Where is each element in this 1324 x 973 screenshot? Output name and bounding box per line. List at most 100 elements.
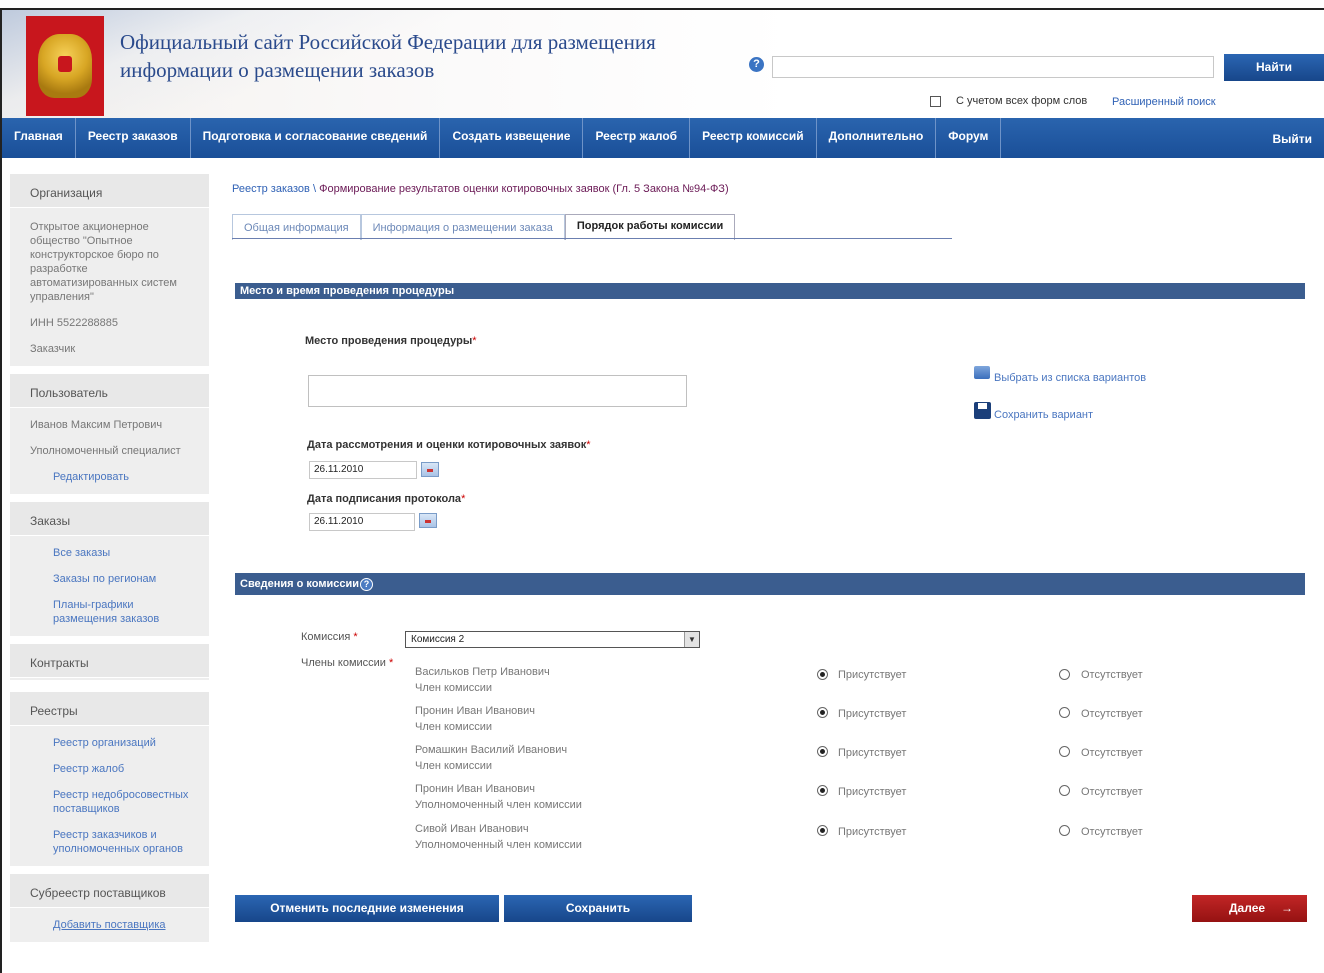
sidebar-link-customers-registry[interactable]: Реестр заказчиков и уполномоченных орган… <box>30 828 205 856</box>
section-commission: Сведения о комиссии? <box>235 573 1305 595</box>
present-label: Присутствует <box>838 669 907 681</box>
org-inn: ИНН 5522288885 <box>30 317 119 329</box>
present-radio[interactable] <box>817 785 828 796</box>
next-button[interactable]: Далее → <box>1192 895 1307 922</box>
sidebar: Организация Открытое акционерное обществ… <box>10 174 209 942</box>
help-icon[interactable]: ? <box>360 577 374 591</box>
member-role: Член комиссии <box>415 760 493 772</box>
sidebar-link-orders-by-region[interactable]: Заказы по регионам <box>30 572 201 586</box>
save-button[interactable]: Сохранить <box>504 895 692 922</box>
sidebar-orders-title: Заказы <box>10 502 209 536</box>
place-input[interactable] <box>308 375 687 407</box>
breadcrumb: Реестр заказов \ Формирование результато… <box>232 183 729 195</box>
review-date-label: Дата рассмотрения и оценки котировочных … <box>307 439 591 451</box>
calendar-icon[interactable] <box>421 462 439 477</box>
present-radio[interactable] <box>817 746 828 757</box>
nav-preparation[interactable]: Подготовка и согласование сведений <box>191 118 441 158</box>
sidebar-link-unfair-suppliers[interactable]: Реестр недобросовестных поставщиков <box>30 788 205 816</box>
member-item: Пронин Иван Иванович Уполномоченный член… <box>415 781 582 813</box>
tab-placement-info[interactable]: Информация о размещении заказа <box>360 214 565 240</box>
org-name: Открытое акционерное общество "Опытное к… <box>30 221 177 303</box>
sidebar-link-complaints-registry[interactable]: Реестр жалоб <box>30 762 205 776</box>
nav-complaints-registry[interactable]: Реестр жалоб <box>583 118 691 158</box>
commission-select-value: Комиссия 2 <box>411 634 465 645</box>
sidebar-link-all-orders[interactable]: Все заказы <box>30 546 201 560</box>
nav-orders-registry[interactable]: Реестр заказов <box>76 118 191 158</box>
calendar-icon[interactable] <box>419 513 437 528</box>
member-role: Уполномоченный член комиссии <box>415 839 582 851</box>
help-icon[interactable]: ? <box>749 57 764 72</box>
breadcrumb-separator: \ <box>312 183 317 195</box>
present-label: Присутствует <box>838 747 907 759</box>
member-role: Член комиссии <box>415 721 493 733</box>
nav-forum[interactable]: Форум <box>936 118 1002 158</box>
org-role: Заказчик <box>30 343 76 355</box>
sign-date-input[interactable]: 26.11.2010 <box>309 513 415 531</box>
commission-label: Комиссия * <box>301 631 358 643</box>
save-variant-link[interactable]: Сохранить вариант <box>994 409 1093 421</box>
present-label: Присутствует <box>838 708 907 720</box>
present-label: Присутствует <box>838 786 907 798</box>
member-item: Васильков Петр Иванович Член комиссии <box>415 664 550 696</box>
sidebar-subregistry-title: Субреестр поставщиков <box>10 874 209 908</box>
members-label: Члены комиссии * <box>301 657 394 669</box>
cancel-changes-button[interactable]: Отменить последние изменения <box>235 895 499 922</box>
absent-radio[interactable] <box>1059 707 1070 718</box>
breadcrumb-root-link[interactable]: Реестр заказов <box>232 183 310 195</box>
member-item: Пронин Иван Иванович Член комиссии <box>415 703 535 735</box>
search-input[interactable] <box>772 56 1214 78</box>
all-forms-option[interactable]: С учетом всех форм слов <box>930 95 1087 107</box>
chevron-down-icon[interactable]: ▼ <box>684 632 699 647</box>
sidebar-link-plans[interactable]: Планы-графики размещения заказов <box>30 598 201 626</box>
nav-home[interactable]: Главная <box>2 118 76 158</box>
absent-label: Отсутствует <box>1081 669 1143 681</box>
choose-from-list-link[interactable]: Выбрать из списка вариантов <box>994 372 1146 384</box>
arrow-right-icon: → <box>1281 901 1293 915</box>
member-name: Васильков Петр Иванович <box>415 666 550 678</box>
all-forms-checkbox[interactable] <box>930 95 941 107</box>
member-name: Пронин Иван Иванович <box>415 783 536 795</box>
commission-select[interactable]: Комиссия 2 ▼ <box>405 631 700 648</box>
advanced-search-link[interactable]: Расширенный поиск <box>1112 96 1216 108</box>
present-radio[interactable] <box>817 669 828 680</box>
sidebar-contracts-title[interactable]: Контракты <box>10 644 209 678</box>
logout-link[interactable]: Выйти <box>1272 118 1324 158</box>
folder-icon[interactable] <box>974 366 990 379</box>
member-role: Член комиссии <box>415 682 493 694</box>
all-forms-label: С учетом всех форм слов <box>956 95 1088 107</box>
member-name: Сивой Иван Иванович <box>415 823 529 835</box>
present-radio[interactable] <box>817 707 828 718</box>
nav-commissions-registry[interactable]: Реестр комиссий <box>690 118 817 158</box>
user-edit-link[interactable]: Редактировать <box>30 470 201 484</box>
absent-label: Отсутствует <box>1081 786 1143 798</box>
absent-label: Отсутствует <box>1081 747 1143 759</box>
nav-additional[interactable]: Дополнительно <box>817 118 937 158</box>
sidebar-org-title: Организация <box>10 174 209 208</box>
member-name: Ромашкин Василий Иванович <box>415 744 568 756</box>
user-name: Иванов Максим Петрович <box>30 419 163 431</box>
tabs: Общая информация Информация о размещении… <box>232 214 736 240</box>
main-nav: Главная Реестр заказов Подготовка и согл… <box>2 118 1324 158</box>
next-button-label: Далее <box>1229 901 1266 915</box>
place-label: Место проведения процедуры* <box>305 335 477 347</box>
sign-date-label: Дата подписания протокола* <box>307 493 466 505</box>
review-date-input[interactable]: 26.11.2010 <box>309 461 417 479</box>
absent-radio[interactable] <box>1059 669 1070 680</box>
tab-commission-procedure[interactable]: Порядок работы комиссии <box>564 214 736 240</box>
sidebar-registries-title: Реестры <box>10 692 209 726</box>
absent-radio[interactable] <box>1059 825 1070 836</box>
sidebar-link-org-registry[interactable]: Реестр организаций <box>30 736 205 750</box>
absent-radio[interactable] <box>1059 785 1070 796</box>
tab-general-info[interactable]: Общая информация <box>232 214 361 240</box>
present-label: Присутствует <box>838 826 907 838</box>
breadcrumb-current: Формирование результатов оценки котирово… <box>319 183 729 195</box>
add-supplier-link[interactable]: Добавить поставщика <box>30 918 201 932</box>
present-radio[interactable] <box>817 825 828 836</box>
section-place-time: Место и время проведения процедуры <box>235 283 1305 299</box>
sidebar-user-title: Пользователь <box>10 374 209 408</box>
search-button[interactable]: Найти <box>1224 54 1324 81</box>
user-role: Уполномоченный специалист <box>30 445 181 457</box>
nav-create-notice[interactable]: Создать извещение <box>440 118 584 158</box>
absent-radio[interactable] <box>1059 746 1070 757</box>
save-icon[interactable] <box>974 402 991 419</box>
